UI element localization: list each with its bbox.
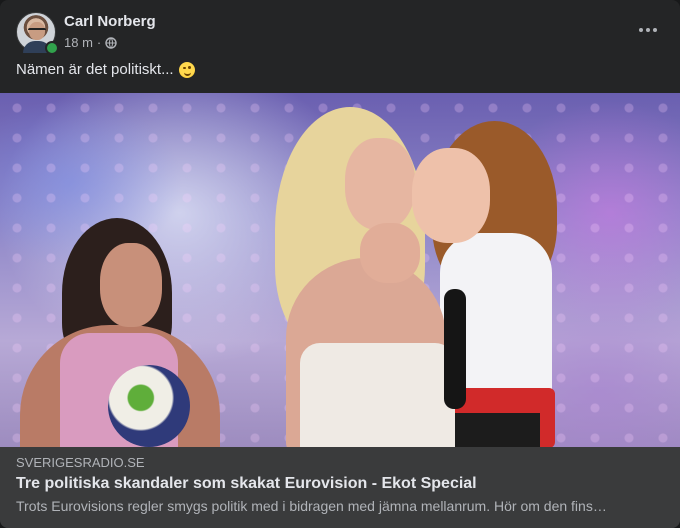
link-description: Trots Eurovisions regler smygs politik m…: [16, 498, 607, 514]
online-status-dot: [45, 41, 59, 55]
more-options-button[interactable]: [632, 18, 664, 42]
author-name[interactable]: Carl Norberg: [64, 13, 156, 30]
microphone: [444, 289, 466, 409]
post-timestamp[interactable]: 18 m: [64, 35, 93, 50]
globe-icon[interactable]: [105, 36, 117, 49]
link-preview-image[interactable]: [0, 93, 680, 447]
post-message: Nämen är det politiskt...: [16, 61, 174, 78]
winking-face-emoji-icon: [178, 61, 195, 78]
post-text: Nämen är det politiskt...: [16, 61, 195, 78]
post-header: Carl Norberg 18 m ·: [16, 12, 664, 55]
post-meta: 18 m ·: [64, 35, 117, 50]
link-title[interactable]: Tre politiska skandaler som skakat Eurov…: [16, 475, 656, 493]
meta-separator: ·: [96, 35, 102, 50]
link-preview[interactable]: SVERIGESRADIO.SE Tre politiska skandaler…: [0, 447, 680, 528]
link-domain: SVERIGESRADIO.SE: [16, 455, 145, 470]
bouquet: [108, 365, 190, 447]
post-card: Carl Norberg 18 m · Nämen är det politis…: [0, 0, 680, 528]
more-dots-icon: [639, 28, 657, 32]
